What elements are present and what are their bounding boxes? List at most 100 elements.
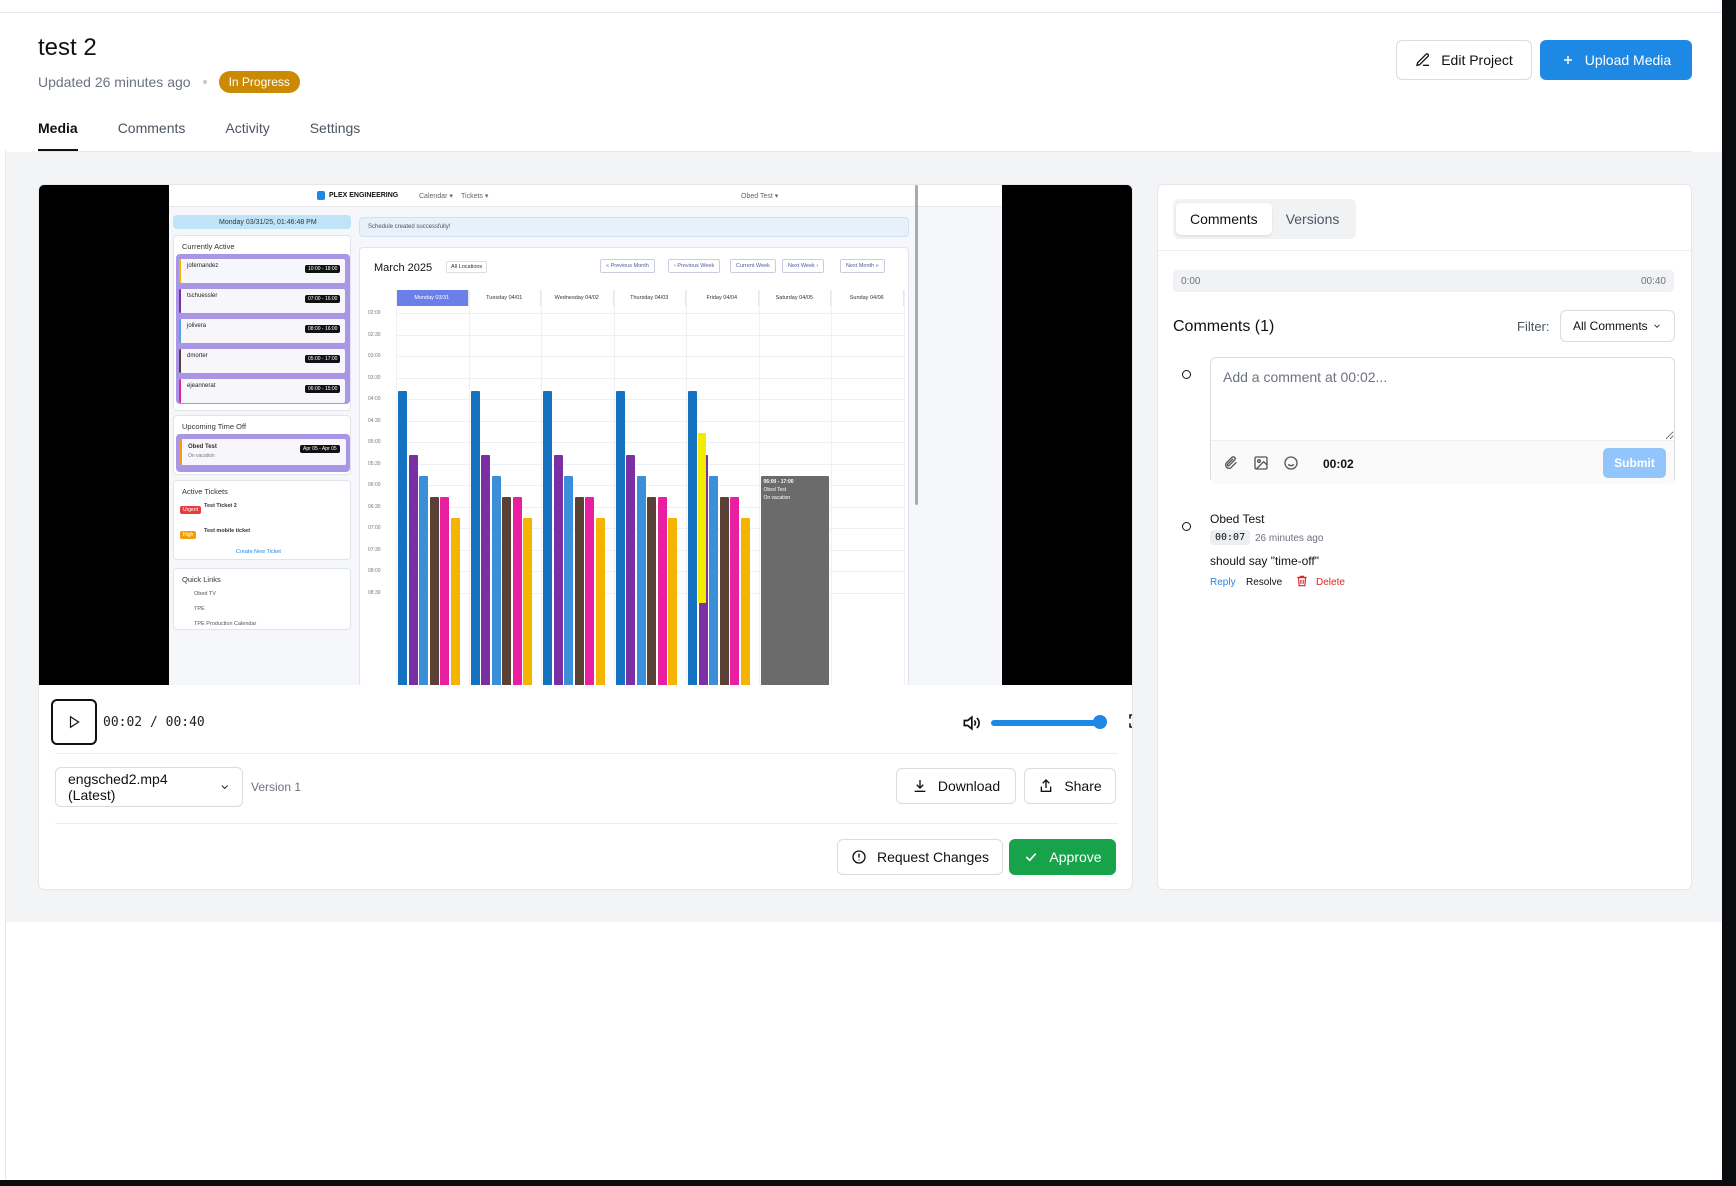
file-version-select[interactable]: engsched2.mp4 (Latest) (55, 767, 243, 807)
frame-hour-label: 07:00 (368, 525, 381, 531)
video-viewport[interactable]: PLEX ENGINEERING Calendar ▾ Tickets ▾ Ob… (39, 185, 1132, 685)
frame-shift-bar (523, 518, 532, 685)
filter-label: Filter: (1517, 319, 1550, 334)
frame-grid-col (468, 290, 470, 685)
media-player-card: PLEX ENGINEERING Calendar ▾ Tickets ▾ Ob… (38, 184, 1133, 890)
frame-grid-col (541, 290, 542, 685)
frame-shift-bar (564, 476, 573, 685)
frame-grid-line (396, 377, 904, 379)
frame-scrollbar (915, 185, 918, 505)
tab-panel-comments[interactable]: Comments (1176, 203, 1272, 235)
submit-comment-button[interactable]: Submit (1603, 448, 1666, 478)
frame-create-ticket: Create New Ticket (236, 549, 281, 555)
comment-composer: 00:02 Submit (1210, 357, 1675, 484)
reply-button[interactable]: Reply (1210, 577, 1236, 588)
edit-icon (1416, 53, 1430, 67)
frame-ticket-tag-0: Urgent (180, 506, 202, 514)
frame-shift-bar (647, 497, 656, 685)
project-meta: Updated 26 minutes ago In Progress (38, 71, 300, 93)
frame-grid-col (831, 290, 832, 685)
approve-label: Approve (1049, 849, 1102, 865)
comment-author: Obed Test (1210, 512, 1265, 526)
trash-icon[interactable] (1295, 574, 1309, 588)
tab-panel-versions[interactable]: Versions (1272, 203, 1354, 235)
upload-media-button[interactable]: Upload Media (1540, 40, 1692, 80)
tab-media[interactable]: Media (38, 116, 78, 151)
frame-hour-label: 03:00 (368, 353, 381, 359)
frame-timeoff-range: Apr 05 - Apr 05 (300, 445, 340, 453)
alert-circle-icon (852, 850, 866, 864)
frame-active-user-time: 05:00 - 17:00 (305, 355, 341, 363)
frame-active-user-name: tschuessler (187, 293, 218, 299)
time-readout: 00:02 / 00:40 (103, 715, 205, 730)
frame-active-user-time: 06:00 - 15:00 (305, 385, 341, 393)
frame-active-title: Currently Active (182, 242, 235, 251)
frame-timeoff-wrap: Obed Test On vacation Apr 05 - Apr 05 (176, 434, 350, 472)
approve-button[interactable]: Approve (1009, 839, 1116, 875)
frame-grid-col (686, 290, 687, 685)
frame-timeoff-item: Obed Test On vacation Apr 05 - Apr 05 (180, 439, 346, 465)
frame-active-user: dmorter 05:00 - 17:00 (179, 349, 345, 373)
comment-timestamp[interactable]: 00:07 (1210, 530, 1251, 545)
image-icon[interactable] (1253, 455, 1269, 471)
frame-calendar-nav-button: ‹ Previous Week (668, 259, 721, 273)
frame-grid-col (613, 290, 615, 685)
share-label: Share (1064, 778, 1102, 794)
comment-filter-select[interactable]: All Comments (1560, 310, 1675, 342)
tab-comments[interactable]: Comments (118, 116, 186, 151)
frame-timeoff-title: Upcoming Time Off (182, 422, 247, 431)
project-tabs: Media Comments Activity Settings (38, 116, 1692, 152)
frame-timeoff-block-name: Obed Test (763, 487, 787, 493)
resolve-button[interactable]: Resolve (1246, 577, 1282, 588)
share-icon (1040, 779, 1052, 792)
play-button[interactable] (51, 699, 97, 745)
comment-input[interactable] (1211, 358, 1674, 440)
comment-timeline[interactable]: 0:00 00:40 (1173, 270, 1674, 292)
frame-active-user: jolivera 08:00 - 16:00 (179, 319, 345, 343)
check-icon (1026, 853, 1037, 862)
tab-activity[interactable]: Activity (225, 116, 269, 151)
frame-grid-line (396, 356, 904, 357)
tab-settings[interactable]: Settings (310, 116, 361, 151)
volume-slider[interactable] (991, 720, 1101, 726)
frame-day-header: Monday 03/31 (396, 290, 469, 306)
frame-hour-label: 04:30 (368, 417, 381, 424)
request-changes-label: Request Changes (876, 849, 990, 865)
frame-hour-label: 05:00 (368, 439, 381, 445)
frame-shift-bar (450, 518, 460, 685)
share-button[interactable]: Share (1024, 768, 1116, 804)
download-button[interactable]: Download (896, 768, 1016, 804)
comments-panel: Comments Versions 0:00 00:40 Comments (1… (1157, 184, 1693, 890)
frame-shift-bar (502, 497, 511, 685)
frame-active-user: jofernandez 10:00 - 18:00 (179, 259, 345, 283)
frame-active-user-time: 10:00 - 18:00 (305, 265, 341, 273)
frame-calendar-nav-button: Next Week › (782, 259, 825, 273)
delete-button[interactable]: Delete (1316, 577, 1345, 588)
frame-hour-label: 06:30 (368, 503, 381, 510)
request-changes-button[interactable]: Request Changes (837, 839, 1003, 875)
edit-project-button[interactable]: Edit Project (1396, 40, 1532, 80)
file-name: engsched2.mp4 (Latest) (68, 771, 168, 803)
frame-calendar-nav-button: Current Week (730, 259, 776, 273)
frame-topnav: PLEX ENGINEERING Calendar ▾ Tickets ▾ Ob… (169, 185, 1002, 207)
frame-day-header: Thursday 04/03 (614, 290, 686, 306)
volume-slider-thumb[interactable] (1093, 715, 1107, 729)
fullscreen-icon[interactable] (1127, 712, 1133, 730)
frame-shift-bar (491, 476, 501, 685)
frame-shift-bar (585, 497, 594, 685)
frame-shift-bar (574, 497, 584, 685)
volume-icon[interactable] (961, 713, 981, 733)
chevron-down-icon (1653, 324, 1660, 328)
frame-brand: PLEX ENGINEERING (329, 192, 399, 199)
frame-user: Obed Test ▾ (741, 193, 779, 200)
frame-day-header: Wednesday 04/02 (541, 290, 614, 306)
frame-shift-bar (668, 518, 677, 685)
frame-grid-line (396, 334, 904, 336)
frame-active-user-time: 07:00 - 16:00 (305, 295, 341, 303)
frame-hour-label: 08:30 (368, 589, 381, 596)
paperclip-icon[interactable] (1223, 455, 1239, 471)
frame-notice-text: Schedule created successfully! (368, 224, 451, 230)
frame-tickets-title: Active Tickets (182, 487, 228, 496)
window-edge (1722, 0, 1736, 1186)
emoji-icon[interactable] (1283, 455, 1299, 471)
